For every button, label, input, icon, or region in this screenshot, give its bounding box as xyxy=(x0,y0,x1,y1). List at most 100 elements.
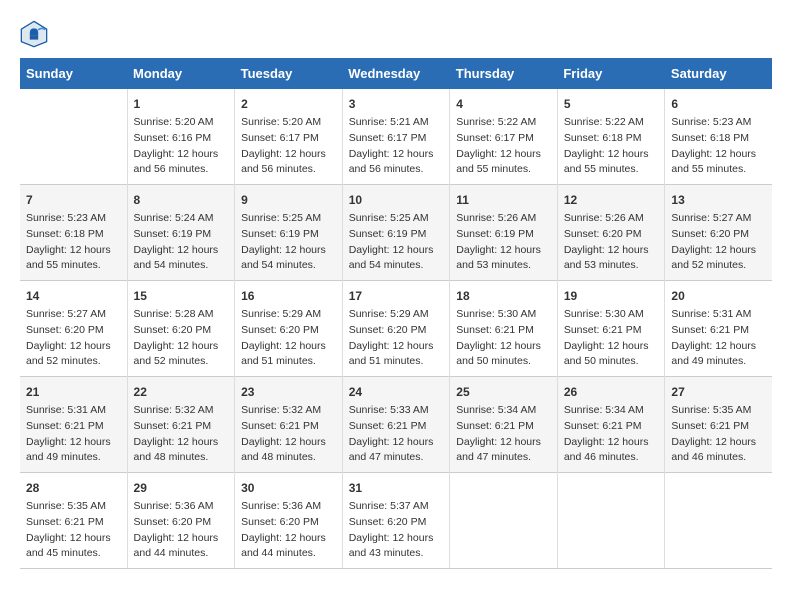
day-info: Sunrise: 5:21 AMSunset: 6:17 PMDaylight:… xyxy=(349,115,444,178)
calendar-cell: 9Sunrise: 5:25 AMSunset: 6:19 PMDaylight… xyxy=(235,185,343,281)
calendar-day-header: Monday xyxy=(127,58,235,89)
day-number: 14 xyxy=(26,287,121,305)
calendar-day-header: Sunday xyxy=(20,58,127,89)
calendar-cell xyxy=(557,473,665,569)
day-number: 27 xyxy=(671,383,766,401)
calendar-cell: 1 Sunrise: 5:20 AMSunset: 6:16 PMDaylight… xyxy=(127,89,235,185)
day-number: 1 xyxy=(134,95,229,113)
calendar-cell: 4 Sunrise: 5:22 AMSunset: 6:17 PMDaylight… xyxy=(450,89,558,185)
day-info: Sunrise: 5:34 AMSunset: 6:21 PMDaylight:… xyxy=(456,403,551,466)
calendar-week-row: 1 Sunrise: 5:20 AMSunset: 6:16 PMDaylight… xyxy=(20,89,772,185)
day-number: 4 xyxy=(456,95,551,113)
day-number: 28 xyxy=(26,479,121,497)
day-info: Sunrise: 5:36 AMSunset: 6:20 PMDaylight:… xyxy=(134,499,229,562)
calendar-cell: 14 Sunrise: 5:27 AMSunset: 6:20 PMDayligh… xyxy=(20,281,127,377)
day-number: 5 xyxy=(564,95,659,113)
calendar-day-header: Thursday xyxy=(450,58,558,89)
day-info: Sunrise: 5:35 AMSunset: 6:21 PMDaylight:… xyxy=(671,403,766,466)
day-number: 17 xyxy=(349,287,444,305)
calendar-cell: 13 Sunrise: 5:27 AMSunset: 6:20 PMDayligh… xyxy=(665,185,772,281)
day-number: 11 xyxy=(456,191,551,209)
day-info: Sunrise: 5:26 AMSunset: 6:20 PMDaylight:… xyxy=(564,211,659,274)
calendar-cell: 30Sunrise: 5:36 AMSunset: 6:20 PMDayligh… xyxy=(235,473,343,569)
day-number: 12 xyxy=(564,191,659,209)
day-number: 29 xyxy=(134,479,229,497)
day-number: 25 xyxy=(456,383,551,401)
calendar-cell: 8Sunrise: 5:24 AMSunset: 6:19 PMDaylight… xyxy=(127,185,235,281)
calendar-cell: 28 Sunrise: 5:35 AMSunset: 6:21 PMDayligh… xyxy=(20,473,127,569)
day-info: Sunrise: 5:25 AMSunset: 6:19 PMDaylight:… xyxy=(241,211,336,274)
calendar-day-header: Saturday xyxy=(665,58,772,89)
day-number: 19 xyxy=(564,287,659,305)
day-info: Sunrise: 5:31 AMSunset: 6:21 PMDaylight:… xyxy=(26,403,121,466)
day-number: 15 xyxy=(134,287,229,305)
calendar-cell: 19 Sunrise: 5:30 AMSunset: 6:21 PMDayligh… xyxy=(557,281,665,377)
calendar-week-row: 14 Sunrise: 5:27 AMSunset: 6:20 PMDayligh… xyxy=(20,281,772,377)
day-number: 24 xyxy=(349,383,444,401)
calendar-cell: 24 Sunrise: 5:33 AMSunset: 6:21 PMDayligh… xyxy=(342,377,450,473)
day-info: Sunrise: 5:20 AMSunset: 6:16 PMDaylight:… xyxy=(134,115,229,178)
calendar-week-row: 28 Sunrise: 5:35 AMSunset: 6:21 PMDayligh… xyxy=(20,473,772,569)
calendar-cell: 3 Sunrise: 5:21 AMSunset: 6:17 PMDaylight… xyxy=(342,89,450,185)
day-info: Sunrise: 5:32 AMSunset: 6:21 PMDaylight:… xyxy=(241,403,336,466)
day-number: 18 xyxy=(456,287,551,305)
calendar-cell: 21 Sunrise: 5:31 AMSunset: 6:21 PMDayligh… xyxy=(20,377,127,473)
calendar-day-header: Tuesday xyxy=(235,58,343,89)
calendar-week-row: 21 Sunrise: 5:31 AMSunset: 6:21 PMDayligh… xyxy=(20,377,772,473)
calendar-cell: 17Sunrise: 5:29 AMSunset: 6:20 PMDayligh… xyxy=(342,281,450,377)
day-info: Sunrise: 5:22 AMSunset: 6:18 PMDaylight:… xyxy=(564,115,659,178)
logo-icon xyxy=(20,20,48,48)
day-number: 13 xyxy=(671,191,766,209)
day-number: 23 xyxy=(241,383,336,401)
day-info: Sunrise: 5:27 AMSunset: 6:20 PMDaylight:… xyxy=(671,211,766,274)
day-info: Sunrise: 5:23 AMSunset: 6:18 PMDaylight:… xyxy=(671,115,766,178)
logo xyxy=(20,20,52,48)
calendar-cell: 6 Sunrise: 5:23 AMSunset: 6:18 PMDaylight… xyxy=(665,89,772,185)
page-header xyxy=(20,20,772,48)
calendar-cell: 5 Sunrise: 5:22 AMSunset: 6:18 PMDaylight… xyxy=(557,89,665,185)
calendar-cell: 7 Sunrise: 5:23 AMSunset: 6:18 PMDaylight… xyxy=(20,185,127,281)
calendar-week-row: 7 Sunrise: 5:23 AMSunset: 6:18 PMDaylight… xyxy=(20,185,772,281)
calendar-table: SundayMondayTuesdayWednesdayThursdayFrid… xyxy=(20,58,772,569)
day-info: Sunrise: 5:20 AMSunset: 6:17 PMDaylight:… xyxy=(241,115,336,178)
day-number: 20 xyxy=(671,287,766,305)
day-info: Sunrise: 5:30 AMSunset: 6:21 PMDaylight:… xyxy=(456,307,551,370)
calendar-cell: 12 Sunrise: 5:26 AMSunset: 6:20 PMDayligh… xyxy=(557,185,665,281)
day-number: 16 xyxy=(241,287,336,305)
day-info: Sunrise: 5:27 AMSunset: 6:20 PMDaylight:… xyxy=(26,307,121,370)
day-number: 7 xyxy=(26,191,121,209)
day-info: Sunrise: 5:23 AMSunset: 6:18 PMDaylight:… xyxy=(26,211,121,274)
calendar-cell: 16 Sunrise: 5:29 AMSunset: 6:20 PMDayligh… xyxy=(235,281,343,377)
day-info: Sunrise: 5:25 AMSunset: 6:19 PMDaylight:… xyxy=(349,211,444,274)
day-number: 22 xyxy=(134,383,229,401)
calendar-cell: 2Sunrise: 5:20 AMSunset: 6:17 PMDaylight… xyxy=(235,89,343,185)
day-info: Sunrise: 5:32 AMSunset: 6:21 PMDaylight:… xyxy=(134,403,229,466)
calendar-day-header: Wednesday xyxy=(342,58,450,89)
calendar-cell: 18 Sunrise: 5:30 AMSunset: 6:21 PMDayligh… xyxy=(450,281,558,377)
calendar-cell: 31Sunrise: 5:37 AMSunset: 6:20 PMDayligh… xyxy=(342,473,450,569)
day-info: Sunrise: 5:30 AMSunset: 6:21 PMDaylight:… xyxy=(564,307,659,370)
day-info: Sunrise: 5:22 AMSunset: 6:17 PMDaylight:… xyxy=(456,115,551,178)
calendar-cell: 25 Sunrise: 5:34 AMSunset: 6:21 PMDayligh… xyxy=(450,377,558,473)
calendar-cell xyxy=(450,473,558,569)
calendar-cell xyxy=(665,473,772,569)
calendar-cell: 10 Sunrise: 5:25 AMSunset: 6:19 PMDayligh… xyxy=(342,185,450,281)
day-info: Sunrise: 5:29 AMSunset: 6:20 PMDaylight:… xyxy=(241,307,336,370)
day-number: 31 xyxy=(349,479,444,497)
calendar-cell: 11 Sunrise: 5:26 AMSunset: 6:19 PMDayligh… xyxy=(450,185,558,281)
day-info: Sunrise: 5:33 AMSunset: 6:21 PMDaylight:… xyxy=(349,403,444,466)
day-info: Sunrise: 5:24 AMSunset: 6:19 PMDaylight:… xyxy=(134,211,229,274)
calendar-header-row: SundayMondayTuesdayWednesdayThursdayFrid… xyxy=(20,58,772,89)
day-number: 3 xyxy=(349,95,444,113)
calendar-cell: 15Sunrise: 5:28 AMSunset: 6:20 PMDayligh… xyxy=(127,281,235,377)
day-info: Sunrise: 5:26 AMSunset: 6:19 PMDaylight:… xyxy=(456,211,551,274)
day-number: 6 xyxy=(671,95,766,113)
calendar-cell: 22 Sunrise: 5:32 AMSunset: 6:21 PMDayligh… xyxy=(127,377,235,473)
calendar-day-header: Friday xyxy=(557,58,665,89)
day-info: Sunrise: 5:35 AMSunset: 6:21 PMDaylight:… xyxy=(26,499,121,562)
calendar-cell xyxy=(20,89,127,185)
day-number: 10 xyxy=(349,191,444,209)
day-number: 30 xyxy=(241,479,336,497)
day-number: 21 xyxy=(26,383,121,401)
calendar-cell: 29 Sunrise: 5:36 AMSunset: 6:20 PMDayligh… xyxy=(127,473,235,569)
